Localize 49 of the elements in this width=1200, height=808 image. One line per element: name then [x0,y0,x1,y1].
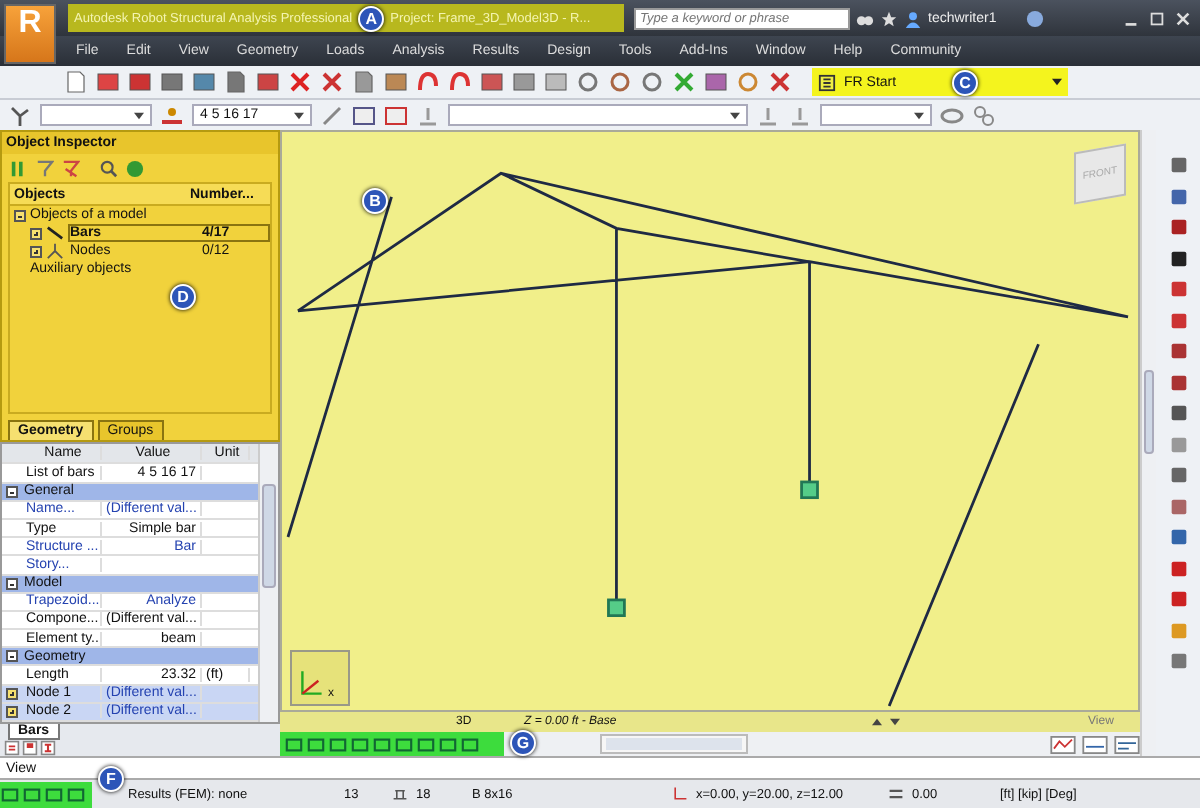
caret-icon [1052,78,1062,86]
node-icon [46,242,64,260]
window-icon[interactable] [384,103,408,127]
callout-badge: A [358,5,385,31]
up-arrow-icon[interactable] [872,718,882,726]
clear-filter-icon[interactable] [62,159,80,177]
close-icon[interactable] [1174,9,1192,27]
user-icon[interactable] [904,9,922,27]
link-icon[interactable] [972,103,996,127]
callout-badge: D [170,284,196,310]
caret-icon [914,111,924,119]
new-file-icon[interactable] [64,70,88,94]
node-icon[interactable] [8,103,32,127]
select-icon[interactable] [320,103,344,127]
node-icon[interactable] [1167,154,1189,176]
node-selection-dropdown[interactable] [40,104,152,126]
angle-icon [888,786,904,802]
down-arrow-icon[interactable] [890,718,900,726]
maximize-icon[interactable] [1148,9,1166,27]
callout-badge: B [362,188,388,214]
filter-icon[interactable] [10,159,28,177]
results-view-icon[interactable] [1082,735,1108,753]
results-view-icon[interactable] [1050,735,1076,753]
window-icon[interactable] [352,103,376,127]
dropdown-field[interactable] [448,104,748,126]
caret-icon [294,111,304,119]
scrollbar-thumb[interactable] [262,484,276,589]
bar-count-icon [392,786,408,802]
copy-icon[interactable] [352,70,376,94]
callout-badge: C [952,69,978,95]
delete-icon[interactable] [288,70,312,94]
ellipse-icon[interactable] [940,103,964,127]
axis-icon [296,668,328,700]
caret-icon [134,111,144,119]
coordinates-icon [672,786,688,802]
filter-icon[interactable] [36,159,54,177]
search-icon[interactable] [100,159,118,177]
callout-badge: G [510,730,536,756]
section-icon[interactable] [40,740,56,756]
dropdown-field[interactable] [820,104,932,126]
flag-icon[interactable] [22,740,38,756]
star-icon[interactable] [880,9,898,27]
list-icon[interactable] [4,740,20,756]
results-view-icon[interactable] [1114,735,1140,753]
layout-icon [818,73,836,91]
caret-icon [730,111,740,119]
scrollbar-thumb[interactable] [1144,370,1154,454]
scrollbar-thumb[interactable] [606,738,742,750]
collapse-icon[interactable] [14,209,26,221]
